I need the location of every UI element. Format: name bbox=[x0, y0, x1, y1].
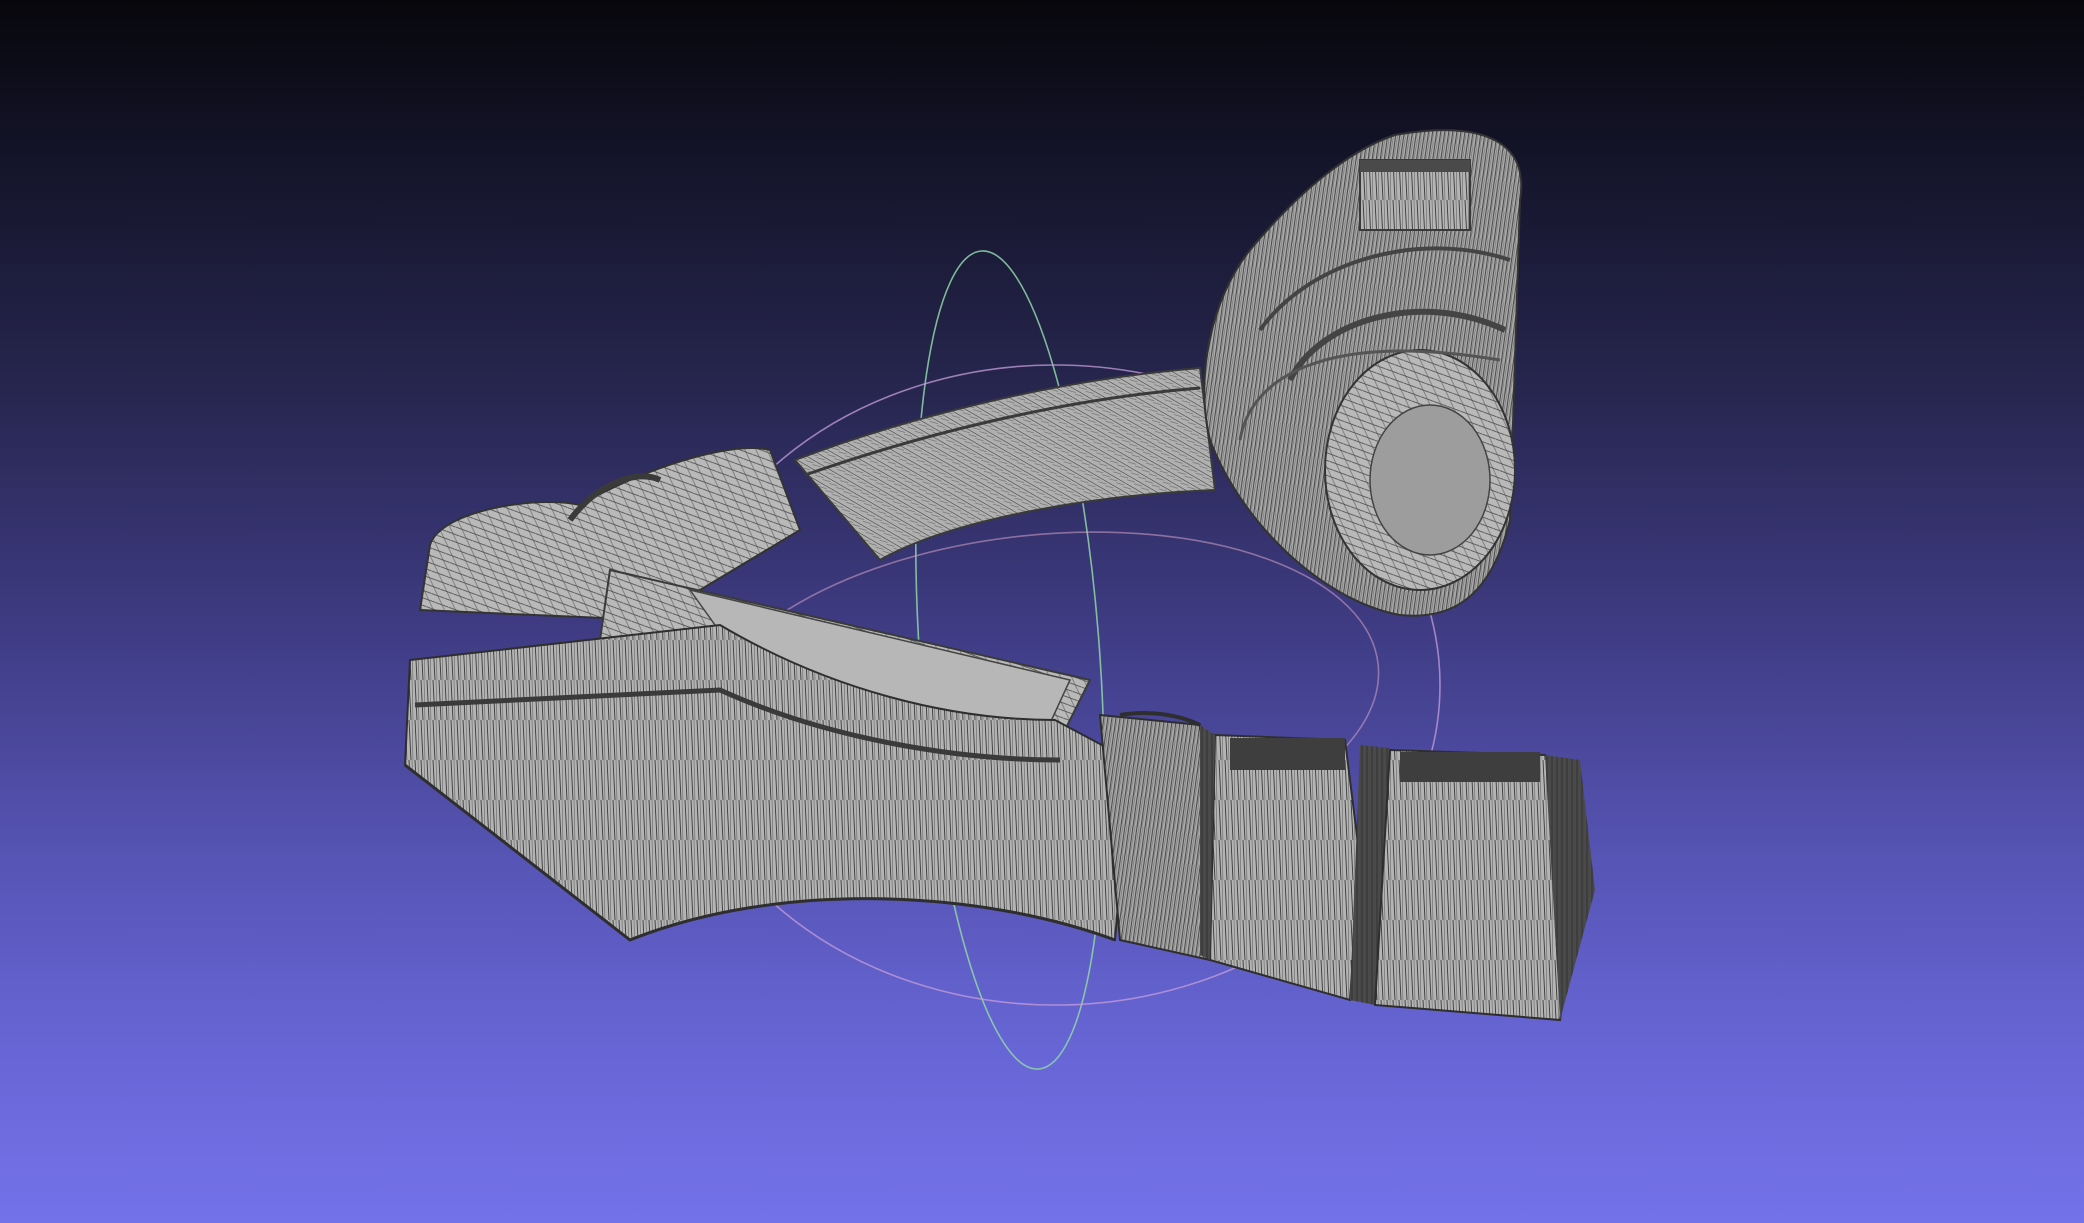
3d-viewport[interactable] bbox=[0, 0, 2084, 1223]
mesh-model[interactable] bbox=[403, 129, 1595, 1022]
mesh-tail bbox=[1098, 711, 1595, 1022]
mesh-scene[interactable] bbox=[0, 0, 2084, 1223]
mesh-arm bbox=[793, 366, 1217, 562]
